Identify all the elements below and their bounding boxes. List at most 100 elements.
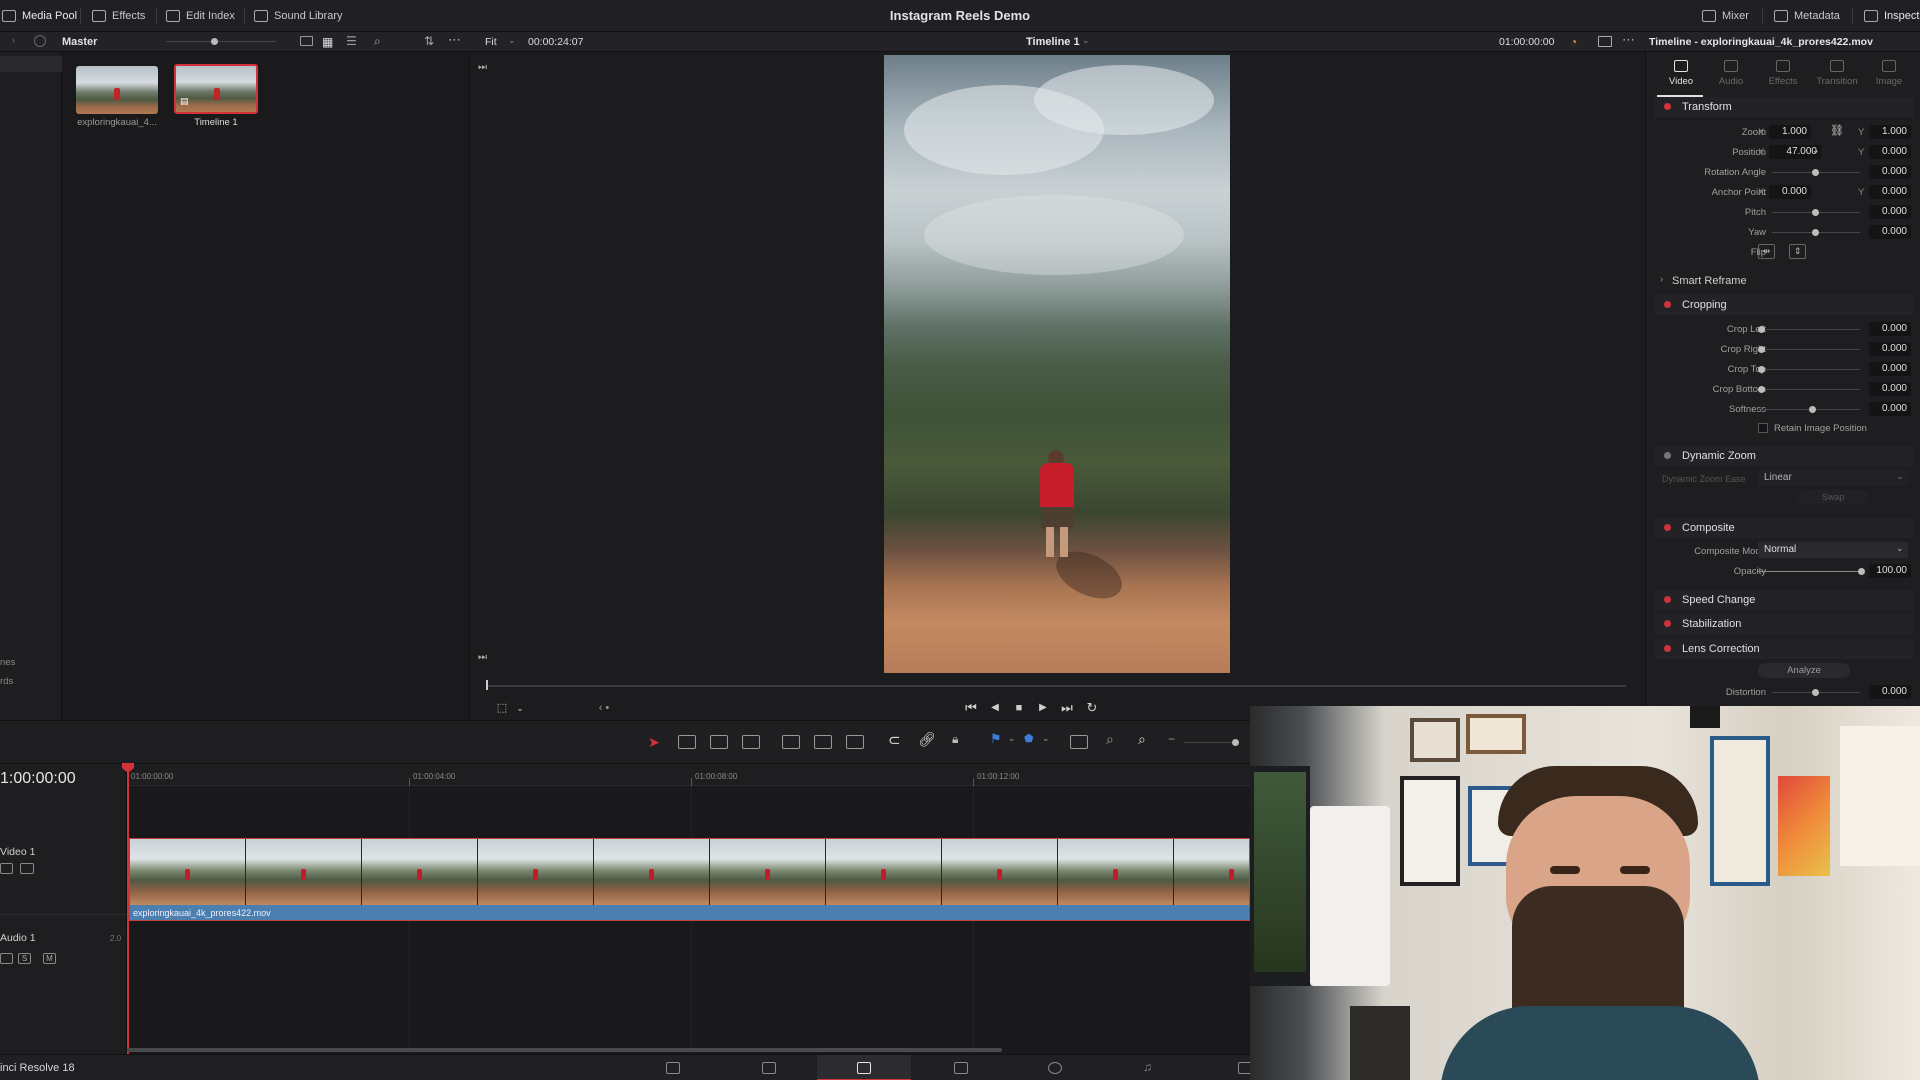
sound-library-button[interactable]: Sound Library bbox=[254, 7, 343, 25]
composite-enable-toggle[interactable] bbox=[1664, 524, 1671, 531]
crop-right-knob[interactable] bbox=[1758, 346, 1765, 353]
chevron-down-icon[interactable]: ⌄ bbox=[512, 700, 528, 716]
rotation-slider-knob[interactable] bbox=[1812, 169, 1819, 176]
media-page-icon[interactable] bbox=[666, 1062, 680, 1074]
tab-image[interactable]: Image bbox=[1866, 60, 1912, 87]
zoom-fit-dropdown[interactable]: Fit bbox=[485, 36, 497, 48]
color-page-icon[interactable] bbox=[1048, 1062, 1062, 1074]
edit-index-button[interactable]: Edit Index bbox=[166, 7, 235, 25]
tab-video[interactable]: Video bbox=[1658, 60, 1704, 87]
cut-page-icon[interactable] bbox=[762, 1062, 776, 1074]
go-to-start-icon[interactable]: ⏮ bbox=[963, 700, 979, 716]
trim-tool-icon[interactable] bbox=[678, 735, 696, 749]
crop-top-knob[interactable] bbox=[1758, 366, 1765, 373]
zoom-y-field[interactable]: 1.000 bbox=[1869, 125, 1911, 139]
pitch-field[interactable]: 0.000 bbox=[1869, 205, 1911, 219]
custom-zoom-icon[interactable]: ⌕ bbox=[1138, 731, 1146, 748]
flip-horizontal-icon[interactable]: ⇹ bbox=[1758, 244, 1775, 259]
play-reverse-icon[interactable]: ◀ bbox=[987, 700, 1003, 716]
smart-bin-partial[interactable]: rds bbox=[0, 676, 13, 687]
edit-page-icon[interactable] bbox=[857, 1062, 871, 1074]
track-lock-icon[interactable] bbox=[0, 953, 13, 964]
video-preview[interactable] bbox=[884, 55, 1230, 673]
distortion-knob[interactable] bbox=[1812, 689, 1819, 696]
speed-change-enable-toggle[interactable] bbox=[1664, 596, 1671, 603]
crop-bottom-field[interactable]: 0.000 bbox=[1869, 382, 1911, 396]
yaw-slider-knob[interactable] bbox=[1812, 229, 1819, 236]
clip-thumbnail[interactable] bbox=[76, 66, 158, 114]
timeline-scrollbar[interactable] bbox=[127, 1048, 1002, 1052]
more-options-icon[interactable]: ⋯ bbox=[1622, 32, 1635, 48]
dual-viewer-icon[interactable] bbox=[1598, 36, 1612, 47]
composite-mode-select[interactable]: Normal ⌄ bbox=[1758, 542, 1908, 558]
play-icon[interactable]: ▶ bbox=[1035, 700, 1051, 716]
media-pool-button[interactable]: Media Pool bbox=[2, 7, 77, 25]
overwrite-clip-icon[interactable] bbox=[814, 735, 832, 749]
detail-zoom-icon[interactable]: ⌕ bbox=[1106, 731, 1114, 748]
go-to-end-icon[interactable]: ⏭ bbox=[1059, 700, 1075, 716]
softness-field[interactable]: 0.000 bbox=[1869, 402, 1911, 416]
stabilization-enable-toggle[interactable] bbox=[1664, 620, 1671, 627]
viewer-scrubber[interactable] bbox=[486, 685, 1626, 687]
flag-icon[interactable]: ⚑ bbox=[990, 731, 1002, 747]
chevron-down-icon[interactable]: ⌄ bbox=[1812, 145, 1820, 156]
track-visibility-icon[interactable] bbox=[20, 863, 34, 874]
crop-right-field[interactable]: 0.000 bbox=[1869, 342, 1911, 356]
pitch-slider-knob[interactable] bbox=[1812, 209, 1819, 216]
timeline-zoom-knob[interactable] bbox=[1232, 739, 1239, 746]
thumbnail-size-slider[interactable] bbox=[166, 41, 276, 42]
crop-bottom-slider[interactable] bbox=[1758, 389, 1860, 390]
blade-tool-icon[interactable] bbox=[742, 735, 760, 749]
jog-wheel-icon[interactable]: ‹ • › bbox=[596, 700, 612, 730]
scrubber-handle[interactable] bbox=[486, 680, 488, 690]
lens-correction-enable-toggle[interactable] bbox=[1664, 645, 1671, 652]
link-icon[interactable]: 🔗︎ bbox=[918, 731, 936, 748]
cropping-enable-toggle[interactable] bbox=[1664, 301, 1671, 308]
more-options-icon[interactable]: ⋯ bbox=[448, 32, 461, 48]
inspector-button[interactable]: Inspector bbox=[1864, 7, 1920, 25]
dynamic-zoom-ease-select[interactable]: Linear ⌄ bbox=[1758, 470, 1908, 486]
full-extent-zoom-icon[interactable] bbox=[1070, 735, 1088, 749]
search-icon[interactable]: ⌕ bbox=[374, 34, 381, 49]
bin-item-master[interactable] bbox=[0, 56, 62, 72]
metadata-button[interactable]: Metadata bbox=[1774, 7, 1840, 25]
playback-sync-icon[interactable]: ◔ bbox=[1570, 35, 1577, 49]
loop-icon[interactable]: ↻ bbox=[1084, 700, 1100, 716]
chevron-right-icon[interactable]: › bbox=[12, 35, 15, 45]
crop-left-field[interactable]: 0.000 bbox=[1869, 322, 1911, 336]
mixer-button[interactable]: Mixer bbox=[1702, 7, 1749, 25]
transform-enable-toggle[interactable] bbox=[1664, 103, 1671, 110]
grid-view-icon[interactable]: ▦ bbox=[322, 35, 333, 49]
chevron-down-icon[interactable]: ⌄ bbox=[1042, 733, 1050, 744]
track-lock-icon[interactable] bbox=[0, 863, 13, 874]
tab-effects[interactable]: Effects bbox=[1760, 60, 1806, 87]
video-clip[interactable]: exploringkauai_4k_prores422.mov bbox=[129, 838, 1250, 921]
distortion-field[interactable]: 0.000 bbox=[1869, 685, 1911, 699]
crop-mode-icon[interactable]: ⬚ bbox=[494, 700, 510, 716]
metadata-view-icon[interactable] bbox=[300, 36, 313, 46]
yaw-field[interactable]: 0.000 bbox=[1869, 225, 1911, 239]
slider-knob[interactable] bbox=[211, 38, 218, 45]
smart-bin-partial[interactable]: nes bbox=[0, 657, 15, 668]
fairlight-page-icon[interactable]: ♫ bbox=[1143, 1060, 1152, 1074]
solo-button[interactable]: S bbox=[18, 953, 31, 964]
dynamic-zoom-enable-toggle[interactable] bbox=[1664, 452, 1671, 459]
timeline-zoom-slider[interactable] bbox=[1184, 742, 1236, 743]
swap-button[interactable]: Swap bbox=[1798, 490, 1868, 504]
crop-top-slider[interactable] bbox=[1758, 369, 1860, 370]
fusion-page-icon[interactable] bbox=[954, 1062, 968, 1074]
tab-audio[interactable]: Audio bbox=[1708, 60, 1754, 87]
flip-vertical-icon[interactable]: ⇕ bbox=[1789, 244, 1806, 259]
anchor-x-field[interactable]: 0.000 bbox=[1769, 185, 1811, 199]
opacity-knob[interactable] bbox=[1858, 568, 1865, 575]
softness-knob[interactable] bbox=[1809, 406, 1816, 413]
crop-left-knob[interactable] bbox=[1758, 326, 1765, 333]
replace-clip-icon[interactable] bbox=[846, 735, 864, 749]
effects-button[interactable]: Effects bbox=[92, 7, 145, 25]
chevron-down-icon[interactable]: ⌄ bbox=[508, 35, 516, 46]
opacity-field[interactable]: 100.00 bbox=[1869, 564, 1911, 578]
zoom-x-field[interactable]: 1.000 bbox=[1769, 125, 1811, 139]
chevron-down-icon[interactable]: ⌄ bbox=[1008, 733, 1016, 744]
marker-icon[interactable]: ⬟ bbox=[1024, 732, 1034, 745]
list-view-icon[interactable]: ☰ bbox=[346, 34, 357, 48]
